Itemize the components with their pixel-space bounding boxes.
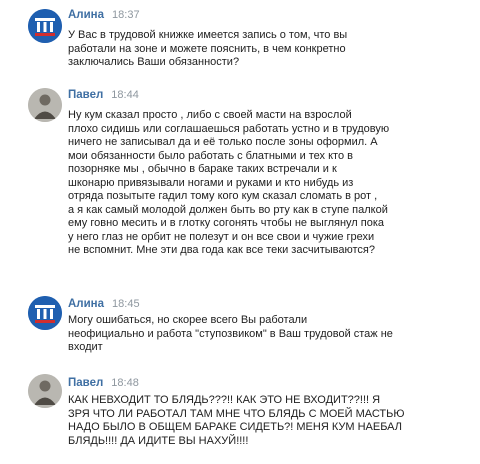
message-time: 18:44 [111,89,139,101]
message-text: Могу ошибаться, но скорее всего Вы работ… [68,314,393,353]
author-name[interactable]: Алина 18:45 [68,298,140,310]
author-name[interactable]: Павел 18:44 [68,89,139,101]
author-name[interactable]: Павел 18:48 [68,377,139,389]
chat-history: Алина 18:37 У Вас в трудовой книжке имеет… [0,0,480,464]
message-time: 18:37 [112,9,140,21]
pfr-logo-avatar[interactable] [28,9,62,43]
user-photo-avatar[interactable] [28,374,62,408]
pfr-logo-avatar[interactable] [28,296,62,330]
user-photo-avatar[interactable] [28,88,62,122]
author-name[interactable]: Алина 18:37 [68,9,140,21]
message-time: 18:45 [112,298,140,310]
message-text: У Вас в трудовой книжке имеется запись о… [68,29,348,68]
message-text: КАК НЕВХОДИТ ТО БЛЯДЬ???!! КАК ЭТО НЕ ВХ… [68,394,405,447]
message-time: 18:48 [111,377,139,389]
message-text: Ну кум сказал просто , либо с своей маст… [68,109,390,256]
